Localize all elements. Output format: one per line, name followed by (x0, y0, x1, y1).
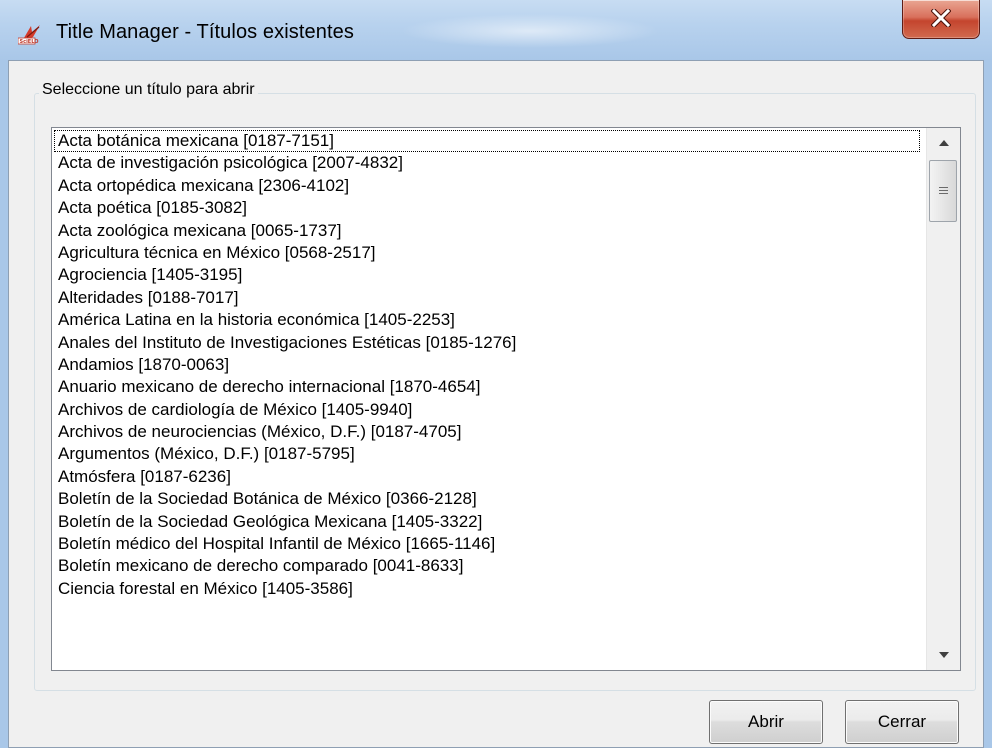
list-item[interactable]: Boletín de la Sociedad Botánica de Méxic… (54, 488, 920, 510)
list-item[interactable]: Boletín mexicano de derecho comparado [0… (54, 555, 920, 577)
scroll-up-button[interactable] (927, 128, 960, 158)
close-window-button[interactable] (902, 0, 980, 39)
vertical-scrollbar[interactable] (926, 128, 960, 670)
svg-text:SciELO: SciELO (20, 39, 39, 45)
list-item[interactable]: América Latina en la historia económica … (54, 309, 920, 331)
list-item[interactable]: Acta zoológica mexicana [0065-1737] (54, 220, 920, 242)
close-x-icon (931, 9, 951, 27)
list-item[interactable]: Alteridades [0188-7017] (54, 287, 920, 309)
list-item[interactable]: Andamios [1870-0063] (54, 354, 920, 376)
list-item[interactable]: Acta botánica mexicana [0187-7151] (54, 130, 920, 153)
list-item[interactable]: Archivos de neurociencias (México, D.F.)… (54, 421, 920, 443)
list-item[interactable]: Ciencia forestal en México [1405-3586] (54, 578, 920, 600)
titles-listbox[interactable]: Acta botánica mexicana [0187-7151] Acta d… (51, 127, 961, 671)
title-manager-window: SciELO Title Manager - Títulos existente… (0, 0, 992, 748)
list-item[interactable]: Argumentos (México, D.F.) [0187-5795] (54, 443, 920, 465)
list-item[interactable]: Acta de investigación psicológica [2007-… (54, 152, 920, 174)
list-item[interactable]: Boletín médico del Hospital Infantil de … (54, 533, 920, 555)
list-item[interactable]: Anuario mexicano de derecho internaciona… (54, 376, 920, 398)
list-item[interactable]: Anales del Instituto de Investigaciones … (54, 332, 920, 354)
close-button[interactable]: Cerrar (845, 700, 959, 744)
list-item[interactable]: Boletín de la Sociedad Geológica Mexican… (54, 511, 920, 533)
list-item[interactable]: Acta ortopédica mexicana [2306-4102] (54, 175, 920, 197)
grip-icon (939, 187, 948, 194)
open-button[interactable]: Abrir (709, 700, 823, 744)
arrow-up-icon (938, 140, 949, 146)
list-item[interactable]: Archivos de cardiología de México [1405-… (54, 399, 920, 421)
window-title: Title Manager - Títulos existentes (56, 21, 354, 43)
scrollbar-thumb[interactable] (929, 160, 957, 222)
dialog-client-area: Seleccione un título para abrir Acta bot… (8, 60, 984, 748)
list-item[interactable]: Acta poética [0185-3082] (54, 197, 920, 219)
scielo-logo-icon: SciELO (17, 23, 44, 45)
groupbox-label: Seleccione un título para abrir (39, 81, 258, 99)
list-item[interactable]: Atmósfera [0187-6236] (54, 466, 920, 488)
scroll-down-button[interactable] (927, 640, 960, 670)
list-item[interactable]: Agricultura técnica en México [0568-2517… (54, 242, 920, 264)
title-bar[interactable]: SciELO Title Manager - Títulos existente… (0, 0, 992, 60)
list-item[interactable]: Agrociencia [1405-3195] (54, 264, 920, 286)
arrow-down-icon (938, 652, 949, 658)
titles-list[interactable]: Acta botánica mexicana [0187-7151] Acta d… (54, 130, 920, 600)
